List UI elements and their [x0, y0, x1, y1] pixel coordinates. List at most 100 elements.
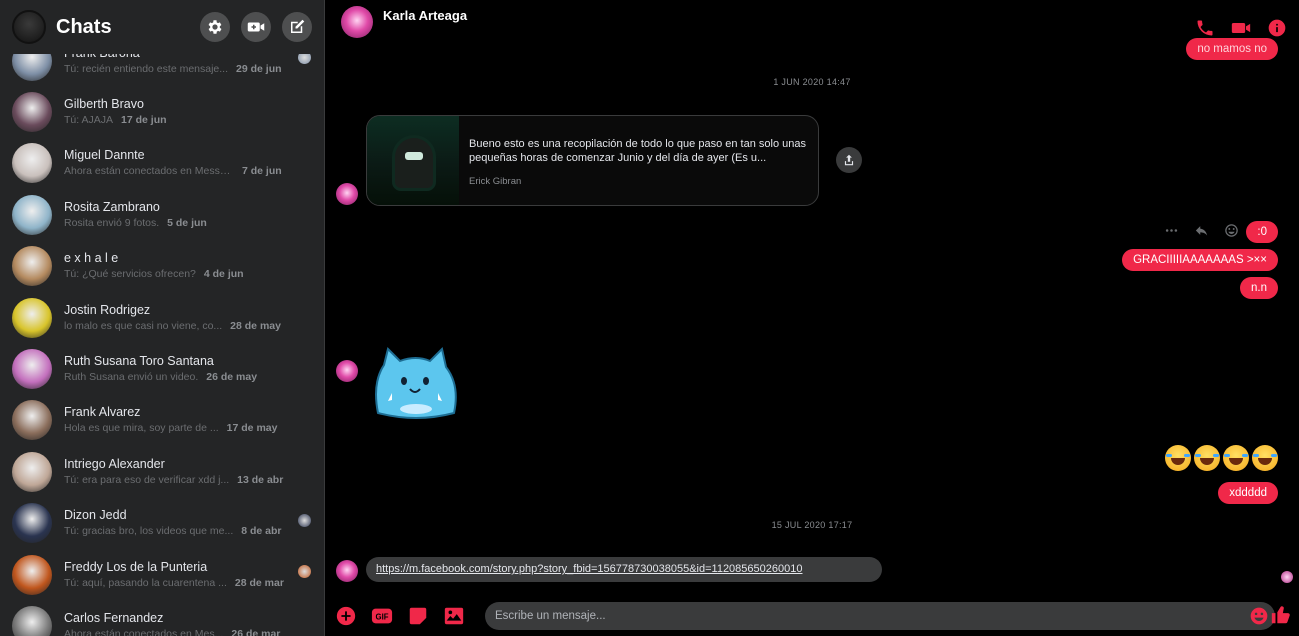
timestamp-divider: 15 JUL 2020 17:17: [771, 520, 853, 530]
message-outgoing[interactable]: GRACIIIIIAAAAAAAS >××: [1122, 249, 1278, 271]
chat-list-item[interactable]: Dizon Jedd Tú: gracias bro, los videos qu…: [0, 498, 324, 549]
chat-name: Frank Alvarez: [64, 405, 141, 420]
my-avatar[interactable]: [12, 10, 46, 44]
plus-circle-icon: [336, 606, 356, 626]
chat-text: Freddy Los de la Punteria Tú: aquí, pasan…: [64, 560, 296, 590]
new-message-button[interactable]: [282, 12, 312, 42]
chat-name: Carlos Fernandez: [64, 610, 164, 625]
chat-avatar: [12, 400, 52, 441]
chat-name: Miguel Dannte: [64, 148, 145, 163]
reply-icon[interactable]: [1194, 223, 1209, 238]
link-message[interactable]: https://m.facebook.com/story.php?story_f…: [366, 557, 882, 582]
sticker-button[interactable]: [407, 605, 429, 627]
message-input-wrapper: [485, 602, 1275, 630]
chat-list-item[interactable]: Ruth Susana Toro Santana Ruth Susana envi…: [0, 343, 324, 394]
rolling-laughing-emoji-icon: [1252, 445, 1278, 471]
chat-text: Ruth Susana Toro Santana Ruth Susana envi…: [64, 354, 296, 384]
chat-date: 26 de may: [206, 371, 258, 384]
more-actions-button[interactable]: [335, 605, 357, 627]
image-icon: [444, 607, 464, 625]
chat-list-item[interactable]: Intriego Alexander Tú: era para eso de ve…: [0, 446, 324, 497]
chat-text: Miguel Dannte Ahora están conectados en M…: [64, 148, 296, 178]
sidebar-title: Chats: [56, 15, 112, 38]
chat-avatar: [12, 554, 52, 595]
new-room-button[interactable]: [241, 12, 271, 42]
chat-name: Dizon Jedd: [64, 508, 127, 523]
chat-preview: Rosita envió 9 fotos. 5 de jun: [64, 216, 296, 230]
read-receipt-avatar: [298, 513, 311, 527]
emoji-message[interactable]: [1165, 445, 1278, 471]
like-button[interactable]: [1270, 604, 1292, 626]
chat-date: 5 de jun: [167, 216, 207, 229]
shared-post-card[interactable]: Bueno esto es una recopilación de todo l…: [366, 115, 819, 206]
smiley-icon: [1250, 607, 1268, 625]
video-plus-icon: [247, 22, 265, 32]
shared-post-thumbnail: [367, 116, 459, 205]
message-outgoing[interactable]: n.n: [1240, 277, 1278, 299]
message-outgoing-partial[interactable]: no mamos no: [1186, 38, 1278, 60]
chat-preview-text: Ruth Susana envió un video.: [64, 371, 199, 384]
phone-icon[interactable]: [1195, 18, 1215, 38]
gif-button[interactable]: GIF: [371, 605, 393, 627]
contact-name[interactable]: Karla Arteaga: [383, 8, 467, 23]
message-outgoing[interactable]: xddddd: [1218, 482, 1278, 504]
emoji-picker-button[interactable]: [1249, 606, 1269, 626]
chat-preview-text: Tú: ¿Qué servicios ofrecen?: [64, 268, 196, 281]
chat-preview: Ahora están conectados en Messe... 7 de j…: [64, 164, 296, 178]
chat-text: Carlos Fernandez Ahora están conectados e…: [64, 611, 296, 636]
reaction-icon[interactable]: [1224, 223, 1239, 238]
message-input[interactable]: [485, 602, 1275, 630]
chat-text: e x h a l e Tú: ¿Qué servicios ofrecen? 4 …: [64, 251, 296, 281]
chat-preview: lo malo es que casi no viene, co... 28 de…: [64, 319, 296, 333]
chat-avatar: [12, 143, 52, 184]
share-button[interactable]: [836, 147, 862, 173]
chat-date: 17 de jun: [121, 114, 167, 127]
gif-icon: GIF: [371, 608, 393, 624]
chat-list-item[interactable]: Jostin Rodrigez lo malo es que casi no vi…: [0, 292, 324, 343]
conversation-panel: Karla Arteaga no mamos no 1 JUN 2020 14:…: [325, 0, 1299, 636]
chat-text: Frank Alvarez Hola es que mira, soy parte…: [64, 405, 296, 435]
chat-list-item[interactable]: Frank Alvarez Hola es que mira, soy parte…: [0, 395, 324, 446]
chat-list-item[interactable]: Rosita Zambrano Rosita envió 9 fotos. 5 de…: [0, 189, 324, 240]
chat-date: 8 de abr: [241, 525, 282, 538]
cat-sticker[interactable]: [368, 343, 464, 421]
chat-preview-text: Tú: era para eso de verificar xdd j...: [64, 473, 230, 486]
chat-date: 13 de abr: [237, 473, 284, 486]
chat-list-item[interactable]: Carlos Fernandez Ahora están conectados e…: [0, 600, 324, 636]
chat-preview-text: Tú: aquí, pasando la cuarentena ...: [64, 576, 227, 589]
read-receipt-avatar: [298, 564, 311, 578]
seen-indicator-avatar: [1281, 571, 1293, 583]
photo-button[interactable]: [443, 605, 465, 627]
chat-date: 28 de mar: [234, 576, 284, 589]
chat-list-item[interactable]: Gilberth Bravo Tú: AJAJA 17 de jun: [0, 86, 324, 137]
chat-avatar: [12, 297, 52, 338]
chat-preview: Tú: gracias bro, los videos que me... 8 d…: [64, 524, 296, 538]
info-icon[interactable]: [1267, 18, 1287, 38]
chat-list-item[interactable]: e x h a l e Tú: ¿Qué servicios ofrecen? 4 …: [0, 241, 324, 292]
chat-text: Dizon Jedd Tú: gracias bro, los videos qu…: [64, 508, 296, 538]
chat-preview-text: Ahora están conectados en Messe...: [64, 165, 234, 178]
chat-avatar: [12, 503, 52, 544]
message-outgoing[interactable]: :0: [1246, 221, 1278, 243]
messenger-app: Chats Frank BaronaTú: recién entiendo es…: [0, 0, 1299, 636]
svg-text:GIF: GIF: [376, 613, 389, 622]
chat-sidebar: Chats Frank BaronaTú: recién entiendo es…: [0, 0, 325, 636]
chat-name: e x h a l e: [64, 251, 119, 266]
video-camera-icon[interactable]: [1231, 18, 1251, 38]
contact-avatar[interactable]: [341, 6, 373, 38]
chat-preview-text: lo malo es que casi no viene, co...: [64, 319, 223, 332]
chat-preview: Ruth Susana envió un video. 26 de may: [64, 370, 296, 384]
shared-post-text: Bueno esto es una recopilación de todo l…: [469, 138, 806, 164]
more-options-icon[interactable]: [1164, 223, 1179, 238]
share-icon: [844, 154, 854, 166]
settings-button[interactable]: [200, 12, 230, 42]
chat-name: Rosita Zambrano: [64, 199, 160, 214]
chat-list-item[interactable]: Freddy Los de la Punteria Tú: aquí, pasan…: [0, 549, 324, 600]
compose-icon: [291, 19, 305, 33]
conversation-actions: [1195, 18, 1287, 38]
chat-list-item[interactable]: Miguel Dannte Ahora están conectados en M…: [0, 138, 324, 189]
chat-text: Rosita Zambrano Rosita envió 9 fotos. 5 de…: [64, 200, 296, 230]
chat-avatar: [12, 451, 52, 492]
rolling-laughing-emoji-icon: [1165, 445, 1191, 471]
chat-text: Gilberth Bravo Tú: AJAJA 17 de jun: [64, 97, 296, 127]
